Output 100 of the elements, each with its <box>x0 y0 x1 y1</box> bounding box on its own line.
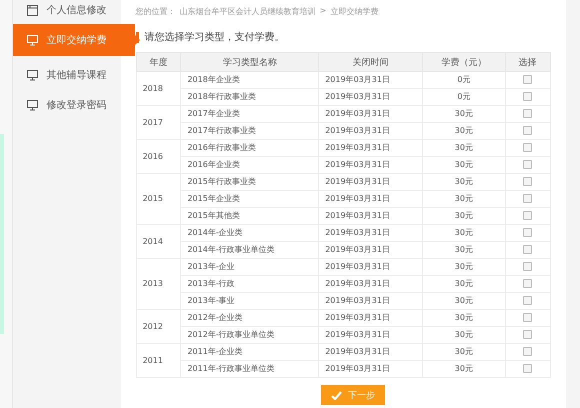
table-cell: 2016年行政事业类 <box>180 140 319 156</box>
checkbox[interactable] <box>523 92 532 102</box>
checkbox[interactable] <box>523 279 532 288</box>
checkbox[interactable] <box>523 75 532 84</box>
table-cell: 2019年03月31日 <box>318 140 423 156</box>
table-cell: 2019年03月31日 <box>318 258 423 276</box>
table-cell: 2016年企业类 <box>180 156 319 174</box>
table-cell: 2011年-行政事业单位类 <box>180 360 319 378</box>
checkbox[interactable] <box>523 194 532 204</box>
checkbox[interactable] <box>523 330 532 340</box>
table-cell: 0元 <box>422 72 506 88</box>
table-cell: 2018年企业类 <box>180 72 319 88</box>
sidebar-item[interactable]: 个人信息修改 <box>12 0 135 20</box>
checkbox[interactable] <box>523 177 532 186</box>
monitor-icon <box>26 100 38 110</box>
table-cell: 2014年-行政事业单位类 <box>180 242 319 258</box>
year-cell: 2016 <box>136 140 181 174</box>
table-cell: 2019年03月31日 <box>318 208 423 224</box>
table-cell: 30元 <box>422 208 506 224</box>
table-cell: 2017年行政事业类 <box>180 122 319 140</box>
table-cell: 2019年03月31日 <box>318 292 423 310</box>
table-cell: 2019年03月31日 <box>318 310 423 326</box>
checkbox[interactable] <box>523 347 532 356</box>
table-cell: 30元 <box>422 292 506 310</box>
table-cell: 2019年03月31日 <box>318 360 423 378</box>
sidebar-item[interactable]: 修改登录密码 <box>12 90 135 120</box>
table-cell: 2015年行政事业类 <box>180 174 319 190</box>
breadcrumb-separator: > <box>320 6 326 17</box>
checkbox[interactable] <box>523 296 532 306</box>
table-cell: 30元 <box>422 122 506 140</box>
table-cell: 2019年03月31日 <box>318 276 423 292</box>
table-cell: 2019年03月31日 <box>318 224 423 242</box>
table-cell: 2013年-行政 <box>180 276 319 292</box>
breadcrumb-link[interactable]: 立即交纳学费 <box>330 6 378 20</box>
checkbox[interactable] <box>523 143 532 152</box>
year-cell: 2017 <box>136 106 181 140</box>
table-cell: 2018年行政事业类 <box>180 88 319 106</box>
table-cell: 2012年-行政事业单位类 <box>180 326 319 344</box>
sidebar-item[interactable]: 其他辅导课程 <box>12 60 135 90</box>
year-cell: 2012 <box>136 310 181 344</box>
table-cell: 2014年-企业类 <box>180 224 319 242</box>
table-cell: 30元 <box>422 156 506 174</box>
column-header: 学费（元） <box>422 52 506 72</box>
table-cell: 30元 <box>422 360 506 378</box>
checkbox[interactable] <box>523 262 532 272</box>
table-cell: 2019年03月31日 <box>318 242 423 258</box>
checkbox[interactable] <box>523 126 532 136</box>
year-cell: 2018 <box>136 72 181 106</box>
table-cell: 2013年-事业 <box>180 292 319 310</box>
table-cell: 30元 <box>422 344 506 360</box>
table-cell: 30元 <box>422 224 506 242</box>
checkmark-icon <box>331 390 342 400</box>
checkbox[interactable] <box>523 109 532 118</box>
checkbox[interactable] <box>523 364 532 374</box>
checkbox[interactable] <box>523 245 532 254</box>
year-cell: 2011 <box>136 344 181 378</box>
breadcrumb-link[interactable]: 山东烟台牟平区会计人员继续教育培训 <box>180 6 316 20</box>
table-cell: 2019年03月31日 <box>318 326 423 344</box>
table-cell: 30元 <box>422 242 506 258</box>
section-heading: 请您选择学习类型，支付学费。 <box>144 30 285 44</box>
monitor-icon <box>26 34 38 46</box>
next-button[interactable]: 下一步 <box>321 385 386 405</box>
sidebar-item[interactable]: 立即交纳学费 <box>12 24 135 56</box>
table-cell: 2019年03月31日 <box>318 156 423 174</box>
year-cell: 2015 <box>136 174 181 224</box>
table-cell: 30元 <box>422 106 506 122</box>
table-cell: 2019年03月31日 <box>318 174 423 190</box>
table-cell: 30元 <box>422 258 506 276</box>
checkbox[interactable] <box>523 211 532 220</box>
column-header: 关闭时间 <box>318 52 423 72</box>
table-cell: 2013年-企业 <box>180 258 319 276</box>
table-cell: 2019年03月31日 <box>318 72 423 88</box>
table-cell: 2019年03月31日 <box>318 122 423 140</box>
table-cell: 2017年企业类 <box>180 106 319 122</box>
table-cell: 2019年03月31日 <box>318 106 423 122</box>
checkbox[interactable] <box>523 228 532 238</box>
table-cell: 30元 <box>422 140 506 156</box>
checkbox[interactable] <box>523 160 532 170</box>
checkbox[interactable] <box>523 313 532 322</box>
table-cell: 2011年-企业类 <box>180 344 319 360</box>
table-cell: 2019年03月31日 <box>318 88 423 106</box>
column-header: 年度 <box>136 52 181 72</box>
table-cell: 30元 <box>422 326 506 344</box>
table-cell: 30元 <box>422 310 506 326</box>
table-cell: 2019年03月31日 <box>318 344 423 360</box>
monitor-icon <box>26 70 38 80</box>
year-cell: 2013 <box>136 258 181 310</box>
breadcrumb-label: 您的位置： <box>136 6 176 18</box>
table-cell: 30元 <box>422 276 506 292</box>
table-cell: 30元 <box>422 174 506 190</box>
year-cell: 2014 <box>136 224 181 258</box>
table-cell: 2012年-企业类 <box>180 310 319 326</box>
table-cell: 0元 <box>422 88 506 106</box>
form-icon <box>26 4 38 16</box>
column-header: 选择 <box>505 52 550 72</box>
table-cell: 30元 <box>422 190 506 208</box>
table-cell: 2015年其他类 <box>180 208 319 224</box>
table-cell: 2019年03月31日 <box>318 190 423 208</box>
table-cell: 2015年企业类 <box>180 190 319 208</box>
column-header: 学习类型名称 <box>180 52 319 72</box>
